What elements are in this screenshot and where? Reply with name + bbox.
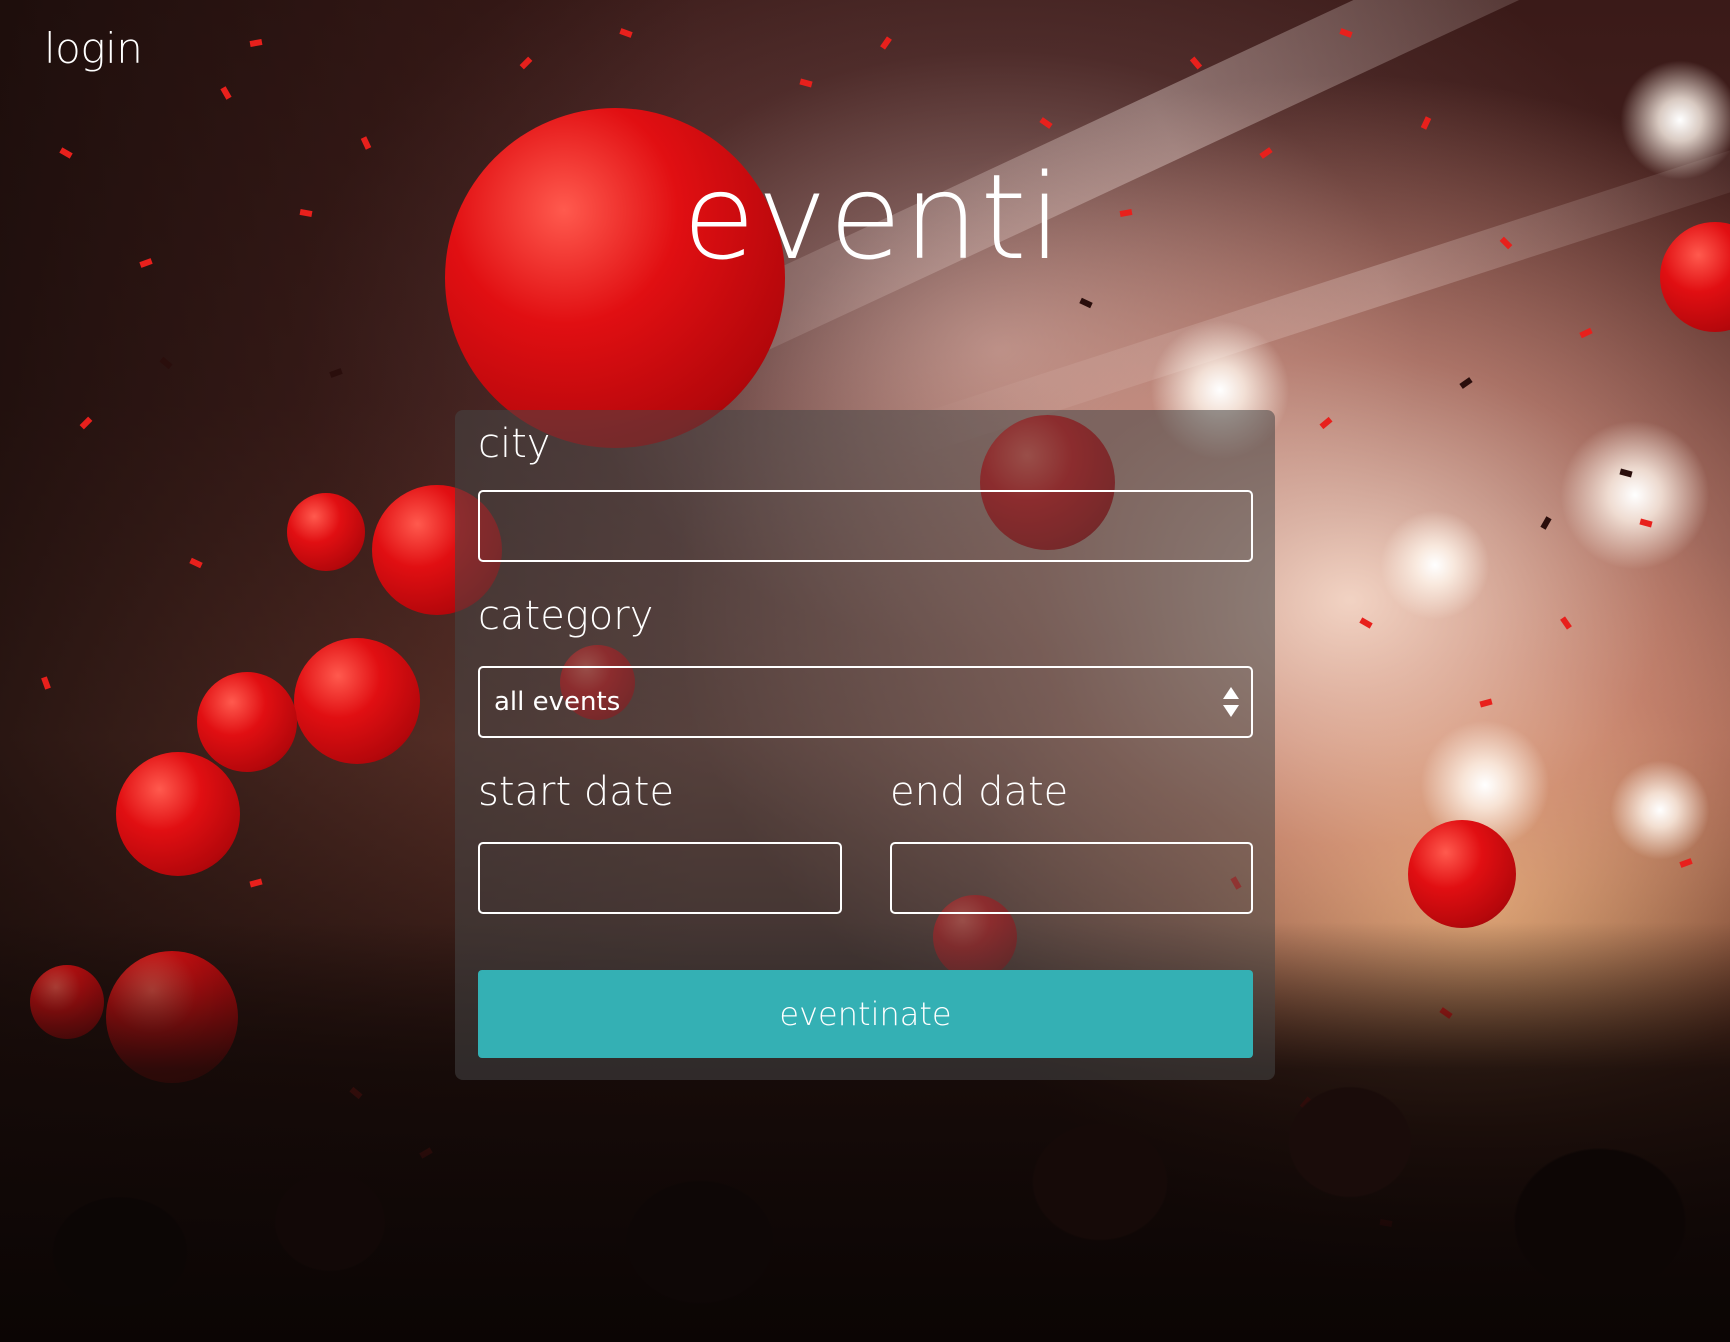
brand-title: eventi [682, 148, 1064, 286]
updown-arrows-icon [1223, 687, 1239, 717]
balloon [294, 638, 420, 764]
end-date-input[interactable] [890, 842, 1253, 914]
confetti [1579, 327, 1593, 339]
confetti [1079, 297, 1093, 309]
confetti [880, 36, 892, 50]
confetti [799, 78, 813, 88]
stage-light [1610, 760, 1710, 860]
category-label: category [478, 593, 654, 639]
confetti [1420, 116, 1432, 130]
confetti [1189, 56, 1203, 70]
balloon [1408, 820, 1516, 928]
end-date-label: end date [890, 769, 1069, 815]
search-form-panel: city category all events start date end … [455, 410, 1275, 1080]
category-select-value: all events [494, 687, 621, 717]
stage-light [1560, 420, 1710, 570]
category-select[interactable]: all events [478, 666, 1253, 738]
confetti [1459, 377, 1473, 389]
city-input[interactable] [478, 490, 1253, 562]
confetti [1359, 617, 1373, 629]
eventinate-button[interactable]: eventinate [478, 970, 1253, 1058]
page-background: login eventi city category all events st… [0, 0, 1730, 1342]
start-date-input[interactable] [478, 842, 842, 914]
confetti [1560, 616, 1572, 630]
confetti [1679, 858, 1693, 868]
confetti [1319, 416, 1333, 430]
balloon [287, 493, 365, 571]
balloon [116, 752, 240, 876]
confetti [1540, 516, 1552, 530]
confetti [1479, 698, 1493, 708]
balloon [197, 672, 297, 772]
city-label: city [478, 421, 551, 467]
start-date-label: start date [478, 769, 675, 815]
login-link[interactable]: login [44, 24, 143, 73]
stage-light [1380, 510, 1490, 620]
confetti [1039, 117, 1053, 129]
